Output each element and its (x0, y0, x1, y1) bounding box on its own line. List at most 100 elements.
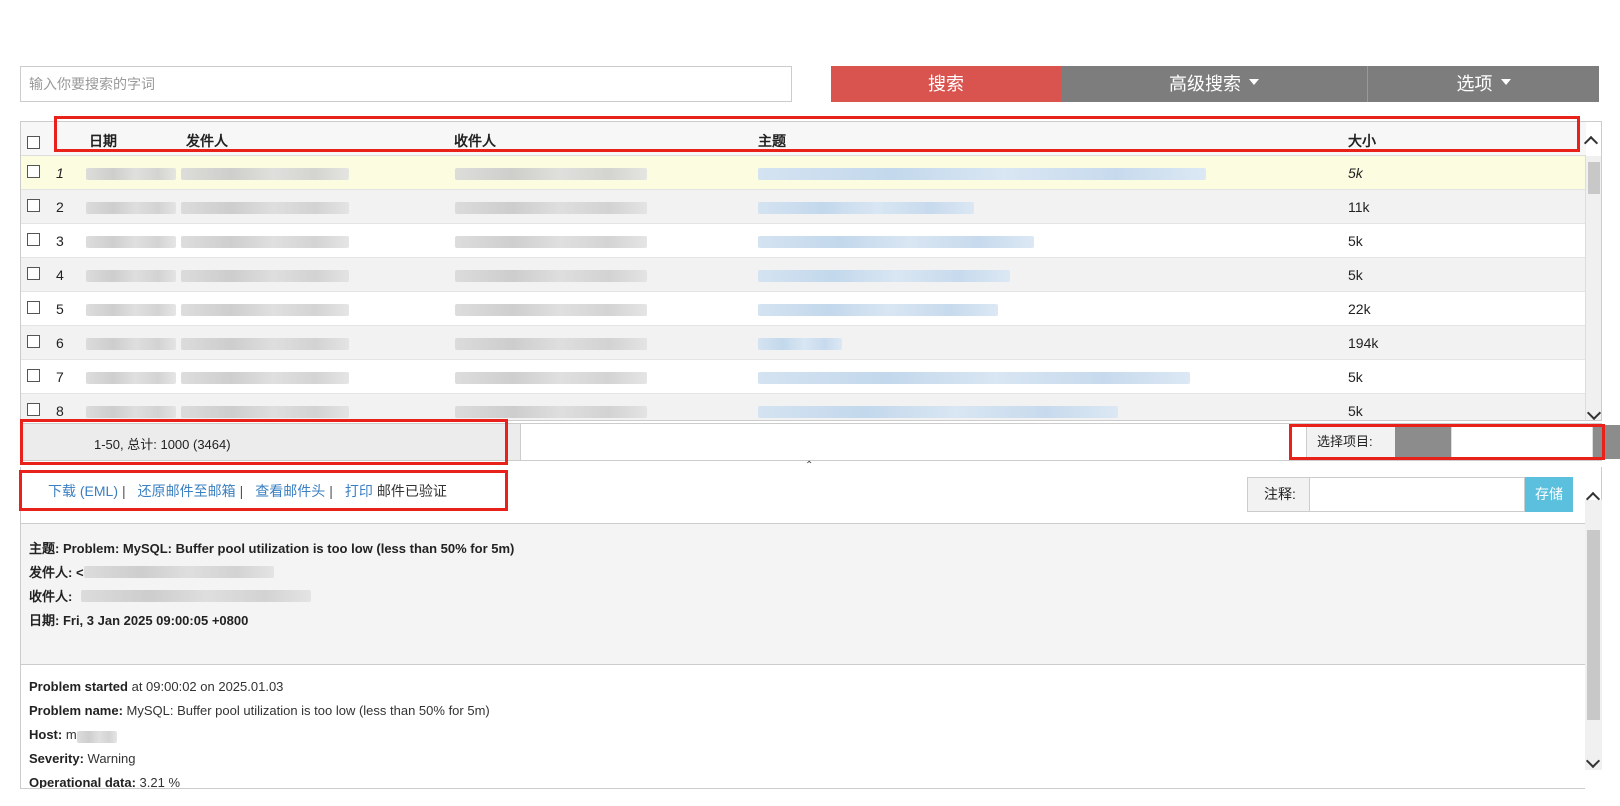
redacted-recipient (455, 372, 647, 384)
row-checkbox[interactable] (27, 369, 40, 382)
caret-down-icon (1249, 79, 1259, 85)
mail-list-table: 日期 发件人 收件人 主题 大小 1 5k 2 11k 3 5k 4 5k 5 … (20, 121, 1602, 421)
redacted-date (86, 406, 176, 418)
message-header: 主题: Problem: MySQL: Buffer pool utilizat… (20, 523, 1585, 665)
row-checkbox[interactable] (27, 403, 40, 416)
redacted-date (86, 202, 176, 214)
redacted-recipient (455, 270, 647, 282)
caret-down-icon (1500, 79, 1511, 85)
row-checkbox[interactable] (27, 165, 40, 178)
host-label: Host: (29, 727, 63, 742)
table-scrollbar[interactable] (1585, 156, 1601, 420)
redacted-sender (181, 304, 349, 316)
redacted-subject[interactable] (758, 270, 1010, 282)
table-row[interactable]: 5 22k (21, 292, 1586, 326)
search-input[interactable] (20, 66, 792, 102)
redacted-date (86, 338, 176, 350)
row-size: 5k (1348, 369, 1363, 385)
table-row[interactable]: 3 5k (21, 224, 1586, 258)
redacted-subject[interactable] (758, 304, 998, 316)
save-button[interactable]: 存储 (1525, 477, 1573, 512)
redacted-sender (181, 168, 349, 180)
annotation-select-box (1289, 424, 1605, 460)
message-from: 发件人: < (29, 562, 84, 581)
redacted-subject[interactable] (758, 168, 1206, 180)
redacted-date (86, 372, 176, 384)
redacted-sender (84, 566, 274, 578)
redacted-recipient (455, 168, 647, 180)
redacted-subject[interactable] (758, 338, 842, 350)
from-label: 发件人: < (29, 565, 84, 580)
redacted-subject[interactable] (758, 202, 974, 214)
scrollbar-thumb[interactable] (1587, 530, 1600, 720)
row-size: 5k (1348, 403, 1363, 419)
started-label: Problem started (29, 679, 128, 694)
message-scrollbar[interactable] (1585, 491, 1602, 770)
message-date: 日期: Fri, 3 Jan 2025 09:00:05 +0800 (29, 613, 249, 628)
redacted-sender (181, 372, 349, 384)
advanced-search-button[interactable]: 高级搜索 (1061, 66, 1368, 102)
table-row[interactable]: 8 5k (21, 394, 1586, 420)
severity-label: Severity: (29, 751, 84, 766)
redacted-date (86, 168, 176, 180)
table-row[interactable]: 7 5k (21, 360, 1586, 394)
row-number: 8 (56, 403, 64, 419)
row-size: 5k (1348, 233, 1363, 249)
message-subject: 主题: Problem: MySQL: Buffer pool utilizat… (29, 541, 515, 556)
message-to: 收件人: (29, 589, 73, 604)
redacted-date (86, 270, 176, 282)
opdata-value: 3.21 % (135, 775, 181, 789)
scroll-up-icon[interactable] (1583, 135, 1599, 151)
annotation-actions-box (19, 470, 508, 511)
opdata-label: Operational data: (29, 775, 136, 789)
row-checkbox[interactable] (27, 301, 40, 314)
note-label: 注释: (1247, 477, 1310, 512)
annotation-pager-box (20, 419, 508, 465)
redacted-recipient (455, 338, 647, 350)
table-row[interactable]: 4 5k (21, 258, 1586, 292)
body-severity: Severity: Warning (29, 751, 135, 766)
annotation-header-box (54, 116, 1580, 152)
advanced-search-label: 高级搜索 (1169, 74, 1241, 94)
severity-value: Warning (83, 751, 136, 766)
row-number: 7 (56, 369, 64, 385)
table-row[interactable]: 2 11k (21, 190, 1586, 224)
redacted-subject[interactable] (758, 236, 1034, 248)
scroll-down-icon[interactable] (1586, 405, 1601, 420)
redacted-date (86, 236, 176, 248)
body-host: Host: m (29, 727, 77, 742)
redacted-recipient (455, 236, 647, 248)
row-size: 5k (1348, 267, 1363, 283)
row-checkbox[interactable] (27, 267, 40, 280)
redacted-sender (181, 406, 349, 418)
redacted-sender (181, 236, 349, 248)
name-label: Problem name: (29, 703, 123, 718)
row-checkbox[interactable] (27, 233, 40, 246)
redacted-recipient (81, 590, 311, 602)
redacted-sender (181, 202, 349, 214)
scrollbar-thumb[interactable] (1588, 162, 1600, 194)
redacted-recipient (455, 406, 647, 418)
note-input[interactable] (1309, 477, 1525, 512)
row-checkbox[interactable] (27, 335, 40, 348)
body-problem-name: Problem name: MySQL: Buffer pool utiliza… (29, 703, 490, 718)
row-number: 5 (56, 301, 64, 317)
row-checkbox[interactable] (27, 199, 40, 212)
redacted-subject[interactable] (758, 406, 1118, 418)
row-number: 6 (56, 335, 64, 351)
host-value: m (62, 727, 77, 742)
search-button[interactable]: 搜索 (831, 66, 1061, 102)
row-number: 4 (56, 267, 64, 283)
table-row[interactable]: 1 5k (21, 156, 1586, 190)
row-size: 11k (1348, 199, 1370, 215)
started-value: at 09:00:02 on 2025.01.03 (127, 679, 284, 694)
redacted-recipient (455, 304, 647, 316)
body-operational-data: Operational data: 3.21 % (29, 775, 181, 789)
scroll-down-icon[interactable] (1585, 753, 1601, 769)
row-number: 1 (56, 165, 64, 181)
redacted-subject[interactable] (758, 372, 1190, 384)
select-all-checkbox[interactable] (27, 136, 40, 149)
redacted-recipient (455, 202, 647, 214)
options-button[interactable]: 选项 (1368, 66, 1599, 102)
table-row[interactable]: 6 194k (21, 326, 1586, 360)
